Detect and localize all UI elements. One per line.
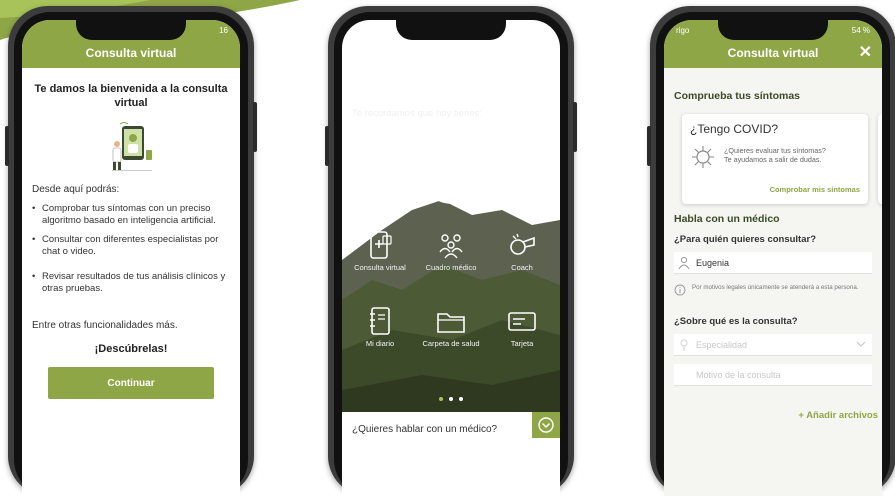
phone-screen: rigo 54 % Hola Eugenia, Te recordamos qu… [342, 20, 560, 496]
close-icon[interactable]: ✕ [859, 42, 872, 62]
status-carrier: rigo [354, 26, 368, 35]
virus-icon [692, 146, 714, 168]
chevron-down-icon [856, 341, 866, 347]
hamburger-menu-icon[interactable] [352, 42, 366, 57]
greeting-subtitle: Te recordamos que hoy tienes: [352, 108, 482, 119]
person-icon [678, 256, 690, 270]
intro-text: Desde aquí podrás: [32, 184, 120, 195]
phone-home: rigo 54 % Hola Eugenia, Te recordamos qu… [325, 6, 577, 496]
grid-item-label: Carpeta de salud [422, 339, 480, 348]
stethoscope-icon [680, 339, 688, 351]
grid-item-label: Tarjeta [510, 339, 534, 348]
ivs-label: IVS [442, 154, 460, 166]
grid-item-carpeta-de-salud[interactable]: Carpeta de salud [415, 306, 487, 348]
welcome-body: Te damos la bienvenida a la consulta vir… [22, 68, 240, 399]
pagination-dot[interactable] [439, 397, 443, 401]
whistle-icon [510, 233, 535, 255]
status-battery: 16 [219, 26, 228, 35]
grid-item-label: Consulta virtual [354, 263, 406, 272]
side-button [647, 126, 651, 166]
grid-item-consulta-virtual[interactable]: Consulta virtual [344, 230, 416, 272]
doctor-tablet-illustration [112, 122, 152, 171]
grid-item-coach[interactable]: Coach [486, 230, 558, 272]
status-bar: rigo 54 % [664, 24, 882, 38]
phone-consultation: rigo 54 % Consulta virtual ✕ Comprueba t… [647, 6, 895, 496]
card-icon [508, 312, 536, 331]
header-title: Consulta virtual [727, 46, 819, 60]
patient-value: Eugenia [696, 258, 730, 268]
next-card-peek[interactable] [878, 114, 882, 204]
talk-to-doctor-text[interactable]: ¿Quieres hablar con un médico? [352, 424, 497, 435]
reason-placeholder: Motivo de la consulta [696, 370, 781, 380]
pagination-dots [342, 388, 560, 406]
reason-input[interactable]: Motivo de la consulta [674, 364, 872, 386]
patient-select[interactable]: Eugenia [674, 252, 872, 274]
grid-item-label: Cuadro médico [425, 263, 477, 272]
covid-line: ¿Quieres evaluar tus síntomas? [724, 146, 826, 155]
section-symptoms-title: Comprueba tus síntomas [674, 90, 801, 102]
feature-list: Comprobar tus síntomas con un preciso al… [32, 203, 230, 294]
specialty-select[interactable]: Especialidad [674, 334, 872, 356]
phone-screen: 16 Consulta virtual Te damos la bienveni… [22, 20, 240, 496]
side-button [573, 102, 577, 152]
status-bar: 16 [22, 24, 240, 38]
welcome-title: Te damos la bienvenida a la consulta vir… [34, 83, 228, 109]
grid-item-label: Coach [511, 263, 533, 272]
about-question: ¿Sobre qué es la consulta? [674, 316, 798, 327]
more-text: Entre otras funcionalidades más. [32, 320, 178, 331]
grid-item-mi-diario[interactable]: Mi diario [344, 306, 416, 348]
feature-item: Consultar con diferentes especialistas p… [32, 234, 230, 257]
grid-item-tarjeta[interactable]: Tarjeta [486, 306, 558, 348]
covid-line: Te ayudamos a salir de dudas. [724, 155, 822, 164]
phone-screen: rigo 54 % Consulta virtual ✕ Comprueba t… [664, 20, 882, 496]
notebook-icon [370, 307, 390, 335]
status-battery: 54 % [529, 26, 548, 35]
who-question: ¿Para quién quieres consultar? [674, 234, 817, 245]
greeting: Hola Eugenia, [352, 82, 459, 101]
grid-item-label: Mi diario [365, 339, 395, 348]
phone-welcome: 16 Consulta virtual Te damos la bienveni… [5, 6, 257, 496]
chevron-down-icon [538, 417, 554, 433]
landscape-background [342, 200, 560, 420]
discover-text: ¡Descúbrelas! [94, 343, 168, 355]
specialty-placeholder: Especialidad [696, 340, 748, 350]
pagination-dot[interactable] [459, 397, 463, 401]
check-symptoms-link[interactable]: Comprobar mis síntomas [770, 185, 860, 194]
covid-title: ¿Tengo COVID? [690, 122, 779, 136]
people-icon [439, 234, 463, 259]
phone-plus-icon [370, 231, 392, 259]
status-carrier: rigo [676, 26, 690, 35]
continue-button[interactable]: Continuar [48, 367, 214, 399]
grid-item-cuadro-medico[interactable]: Cuadro médico [415, 230, 487, 272]
section-doctor-title: Habla con un médico [674, 213, 780, 225]
status-battery: 54 % [851, 26, 870, 35]
covid-description: ¿Quieres evaluar tus síntomas? Te ayudam… [724, 146, 864, 164]
expand-button[interactable] [532, 412, 560, 438]
info-icon [674, 284, 686, 296]
feature-item: Revisar resultados de tus análisis clíni… [32, 271, 230, 294]
ivs-value: 877 [438, 172, 464, 189]
folder-icon [437, 313, 465, 333]
pagination-dot[interactable] [449, 397, 453, 401]
feature-item: Comprobar tus síntomas con un preciso al… [32, 203, 230, 226]
side-button [5, 126, 9, 166]
add-files-button[interactable]: + Añadir archivos [798, 410, 878, 421]
legal-note-text: Por motivos legales únicamente se atende… [692, 284, 859, 291]
side-button [325, 126, 329, 166]
side-button [253, 102, 257, 152]
status-bar: rigo 54 % [342, 24, 560, 38]
covid-card[interactable]: ¿Tengo COVID? ¿Quieres evaluar tus sínto… [682, 114, 868, 204]
header-title: Consulta virtual [85, 46, 177, 60]
